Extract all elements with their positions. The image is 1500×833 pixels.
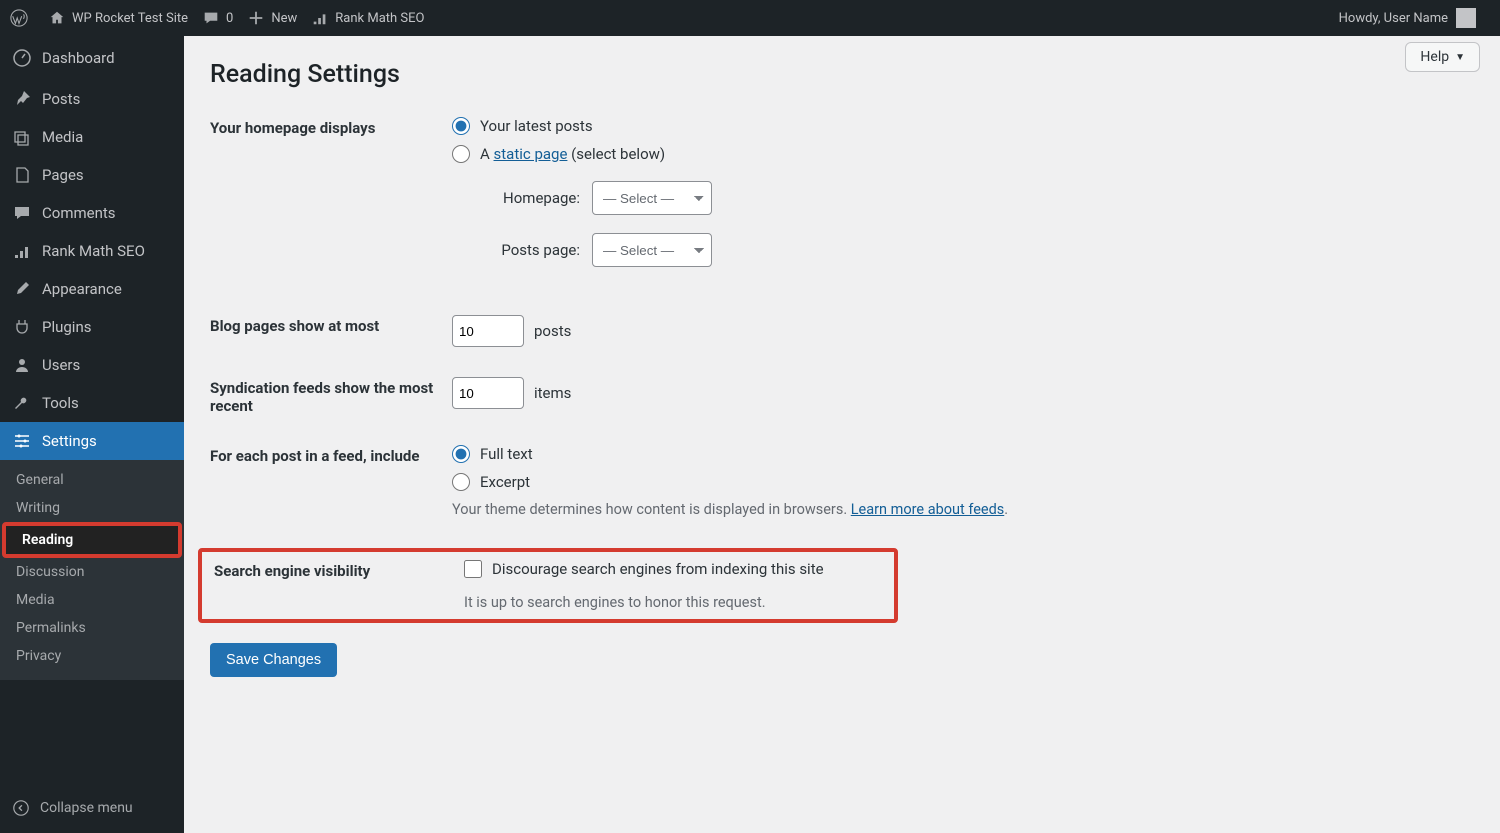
admin-sidebar: Dashboard Posts Media Pages Comments Ran… [0, 36, 184, 833]
full-text-radio[interactable] [452, 445, 470, 463]
sidebar-item-label: Rank Math SEO [42, 242, 145, 260]
help-label: Help [1420, 49, 1449, 65]
latest-posts-radio[interactable] [452, 117, 470, 135]
wordpress-icon [10, 9, 28, 27]
search-visibility-label: Search engine visibility [214, 560, 464, 611]
sidebar-item-dashboard[interactable]: Dashboard [0, 36, 184, 80]
latest-posts-label: Your latest posts [480, 117, 593, 135]
sidebar-item-comments[interactable]: Comments [0, 194, 184, 232]
plug-icon [12, 317, 32, 337]
discourage-label: Discourage search engines from indexing … [492, 560, 824, 578]
comment-icon [202, 9, 220, 27]
posts-per-rss-input[interactable] [452, 377, 524, 409]
sidebar-item-label: Comments [42, 204, 116, 222]
full-text-label: Full text [480, 445, 533, 463]
sidebar-item-label: Users [42, 356, 80, 374]
sidebar-item-label: Tools [42, 394, 79, 412]
content-area: Help ▼ Reading Settings Your homepage di… [184, 36, 1500, 833]
submenu-discussion[interactable]: Discussion [0, 558, 184, 586]
sidebar-item-label: Posts [42, 90, 80, 108]
sliders-icon [12, 431, 32, 451]
sidebar-item-label: Plugins [42, 318, 91, 336]
submenu-reading[interactable]: Reading [2, 522, 182, 558]
submenu-permalinks[interactable]: Permalinks [0, 614, 184, 642]
homepage-select-label: Homepage: [480, 189, 580, 207]
sidebar-item-label: Settings [42, 432, 97, 450]
sidebar-item-label: Dashboard [42, 49, 115, 67]
learn-more-feeds-link[interactable]: Learn more about feeds [851, 501, 1005, 518]
sidebar-item-settings[interactable]: Settings [0, 422, 184, 460]
site-name-label: WP Rocket Test Site [72, 11, 188, 26]
user-icon [12, 355, 32, 375]
plus-icon [247, 9, 265, 27]
submenu-writing[interactable]: Writing [0, 494, 184, 522]
howdy-text: Howdy, User Name [1339, 11, 1448, 26]
sidebar-item-pages[interactable]: Pages [0, 156, 184, 194]
sidebar-item-label: Media [42, 128, 83, 146]
submenu-privacy[interactable]: Privacy [0, 642, 184, 670]
collapse-label: Collapse menu [40, 800, 133, 816]
posts-page-select[interactable]: — Select — [592, 233, 712, 267]
pin-icon [12, 89, 32, 109]
discourage-checkbox[interactable] [464, 560, 482, 578]
pages-icon [12, 165, 32, 185]
sidebar-item-label: Appearance [42, 280, 122, 298]
sidebar-item-label: Pages [42, 166, 84, 184]
search-visibility-desc: It is up to search engines to honor this… [464, 594, 824, 611]
collapse-menu[interactable]: Collapse menu [0, 791, 184, 825]
submenu-media[interactable]: Media [0, 586, 184, 614]
sidebar-item-plugins[interactable]: Plugins [0, 308, 184, 346]
posts-page-select-label: Posts page: [480, 241, 580, 259]
collapse-icon [12, 799, 30, 817]
homepage-select[interactable]: — Select — [592, 181, 712, 215]
chevron-down-icon: ▼ [1455, 52, 1465, 63]
excerpt-label: Excerpt [480, 473, 530, 491]
blog-pages-label: Blog pages show at most [210, 315, 452, 335]
avatar [1456, 8, 1476, 28]
comment-icon [12, 203, 32, 223]
rank-math-link[interactable]: Rank Math SEO [311, 9, 424, 27]
page-title: Reading Settings [210, 60, 1474, 89]
items-suffix: items [534, 384, 571, 402]
submenu-general[interactable]: General [0, 466, 184, 494]
posts-per-page-input[interactable] [452, 315, 524, 347]
brush-icon [12, 279, 32, 299]
wp-logo-menu[interactable] [10, 9, 34, 27]
feed-include-label: For each post in a feed, include [210, 445, 452, 465]
homepage-displays-label: Your homepage displays [210, 117, 452, 137]
feeds-label: Syndication feeds show the most recent [210, 377, 452, 415]
site-name-link[interactable]: WP Rocket Test Site [48, 9, 188, 27]
media-icon [12, 127, 32, 147]
new-content-link[interactable]: New [247, 9, 297, 27]
chart-icon [12, 241, 32, 261]
sidebar-item-appearance[interactable]: Appearance [0, 270, 184, 308]
help-tab[interactable]: Help ▼ [1405, 42, 1480, 72]
static-page-link[interactable]: static page [494, 145, 568, 163]
comments-count: 0 [226, 11, 233, 26]
chart-icon [311, 9, 329, 27]
admin-bar: WP Rocket Test Site 0 New Rank Math SEO … [0, 0, 1500, 36]
settings-submenu: General Writing Reading Discussion Media… [0, 460, 184, 680]
sidebar-item-media[interactable]: Media [0, 118, 184, 156]
sidebar-item-users[interactable]: Users [0, 346, 184, 384]
static-page-radio[interactable] [452, 145, 470, 163]
static-page-label: A static page (select below) [480, 145, 665, 163]
new-label: New [271, 11, 297, 26]
dashboard-icon [12, 48, 32, 68]
sidebar-item-rankmath[interactable]: Rank Math SEO [0, 232, 184, 270]
rank-label: Rank Math SEO [335, 11, 424, 26]
home-icon [48, 9, 66, 27]
sidebar-item-tools[interactable]: Tools [0, 384, 184, 422]
feed-description: Your theme determines how content is dis… [452, 501, 1474, 518]
posts-suffix: posts [534, 322, 571, 340]
sidebar-item-posts[interactable]: Posts [0, 80, 184, 118]
save-changes-button[interactable]: Save Changes [210, 643, 337, 677]
comments-link[interactable]: 0 [202, 9, 233, 27]
wrench-icon [12, 393, 32, 413]
excerpt-radio[interactable] [452, 473, 470, 491]
user-account-link[interactable]: Howdy, User Name [1339, 8, 1476, 28]
